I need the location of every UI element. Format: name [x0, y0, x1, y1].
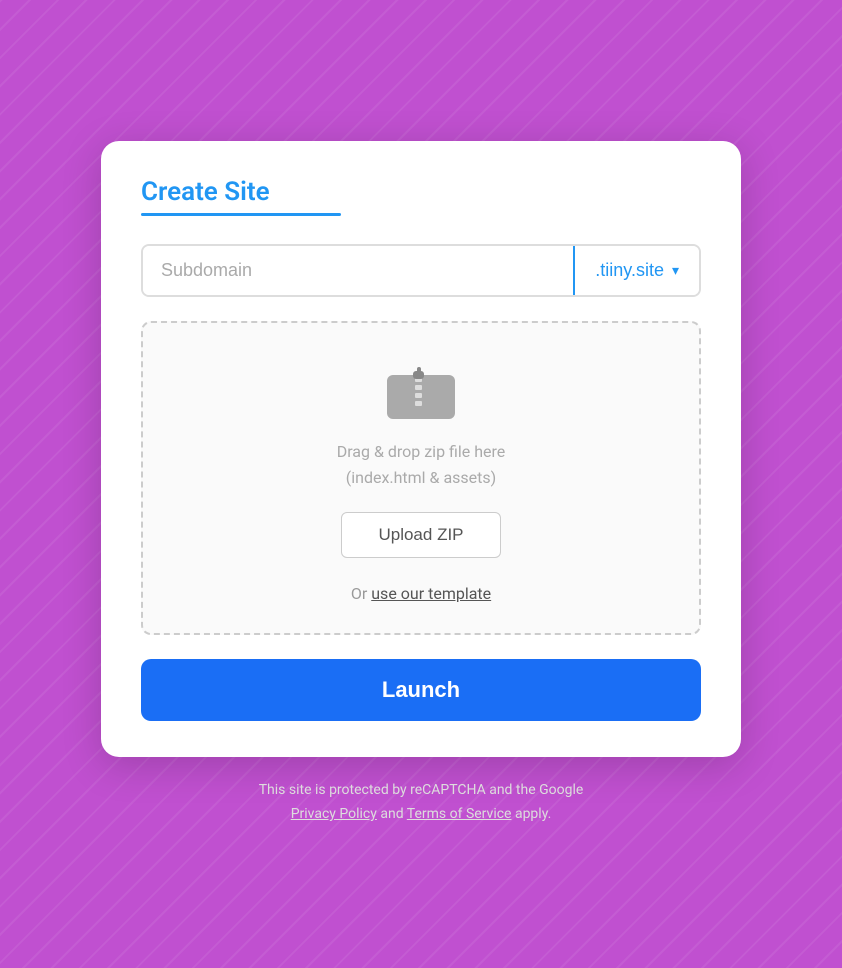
dropzone[interactable]: Drag & drop zip file here (index.html & … — [141, 321, 701, 635]
title-underline — [141, 213, 341, 216]
chevron-down-icon: ▾ — [672, 262, 679, 279]
subdomain-input[interactable] — [143, 246, 573, 295]
launch-button[interactable]: Launch — [141, 659, 701, 721]
subdomain-row: .tiiny.site ▾ — [141, 244, 701, 297]
or-template-text: Or use our template — [351, 584, 491, 603]
card-title: Create Site — [141, 177, 701, 207]
upload-zip-button[interactable]: Upload ZIP — [341, 512, 500, 558]
domain-label: .tiiny.site — [595, 260, 664, 281]
create-site-card: Create Site .tiiny.site ▾ Drag & drop zi… — [101, 141, 741, 757]
zip-file-icon — [385, 363, 457, 421]
terms-of-service-link[interactable]: Terms of Service — [407, 806, 512, 822]
footer-text: This site is protected by reCAPTCHA and … — [259, 779, 584, 827]
domain-selector-button[interactable]: .tiiny.site ▾ — [573, 246, 699, 295]
privacy-policy-link[interactable]: Privacy Policy — [291, 806, 377, 822]
use-template-link[interactable]: use our template — [371, 584, 491, 603]
drag-drop-text: Drag & drop zip file here (index.html & … — [337, 439, 506, 490]
